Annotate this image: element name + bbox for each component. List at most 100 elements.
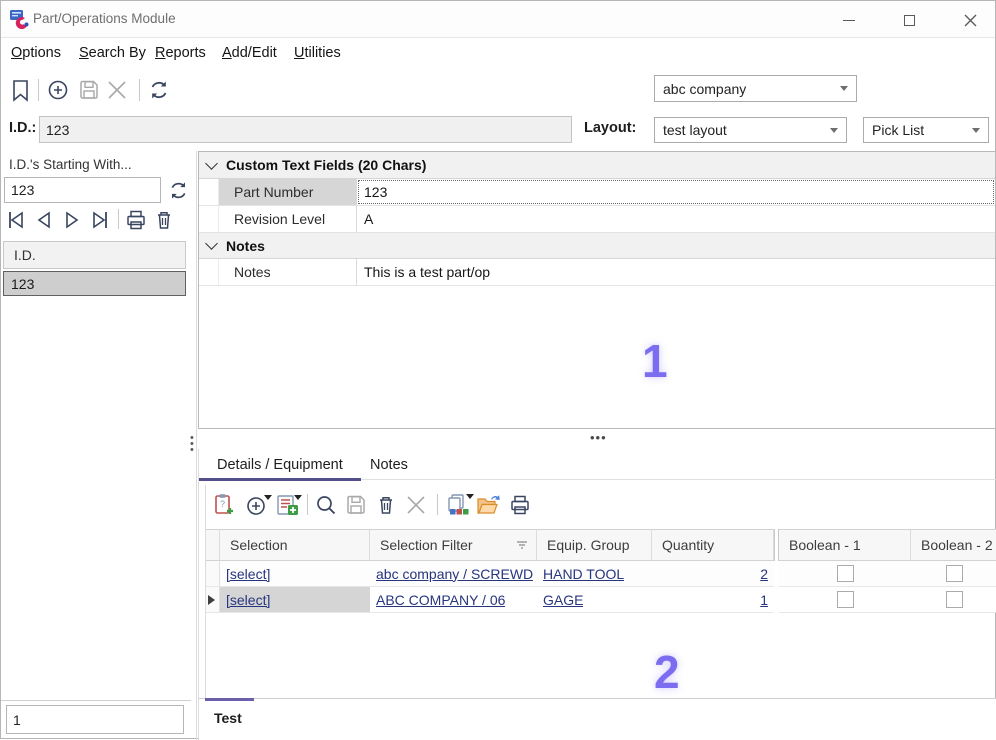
- minimize-icon: [843, 20, 855, 21]
- menu-options[interactable]: Options: [11, 39, 61, 67]
- chevron-down-icon: [830, 128, 838, 133]
- page-number-input[interactable]: 1: [6, 705, 184, 734]
- minimize-button[interactable]: [833, 7, 865, 33]
- close-button[interactable]: [954, 7, 986, 33]
- toolbar-separator: [139, 79, 140, 101]
- bottom-tab-test[interactable]: Test: [214, 710, 242, 726]
- table-row-2-selection[interactable]: [select]: [220, 587, 370, 613]
- cancel-icon[interactable]: [107, 80, 127, 100]
- column-header-selection-filter[interactable]: Selection Filter: [370, 529, 537, 561]
- id-input[interactable]: 123: [39, 116, 572, 143]
- panel-1-watermark: 1: [642, 334, 668, 388]
- company-combobox[interactable]: abc company: [654, 75, 857, 102]
- revision-level-label[interactable]: Revision Level: [219, 206, 357, 232]
- menu-utilities[interactable]: Utilities: [294, 39, 341, 67]
- column-header-label: Boolean - 2: [921, 537, 993, 553]
- notes-value[interactable]: This is a test part/op: [357, 259, 995, 285]
- picklist-combobox[interactable]: Pick List: [863, 117, 989, 143]
- last-record-icon[interactable]: [90, 209, 110, 231]
- column-header-quantity[interactable]: Quantity: [652, 529, 774, 561]
- layout-combobox[interactable]: test layout: [654, 117, 847, 143]
- table-row-2-boolean-2: [911, 587, 996, 613]
- tab-notes[interactable]: Notes: [370, 457, 408, 473]
- part-number-value[interactable]: 123: [357, 179, 995, 205]
- table-row-2-equip-group[interactable]: GAGE: [537, 587, 652, 613]
- delete-icon[interactable]: [154, 209, 174, 231]
- notes-label[interactable]: Notes: [219, 259, 357, 285]
- search-icon[interactable]: [315, 494, 337, 516]
- column-header-boolean-2[interactable]: Boolean - 2: [911, 529, 996, 561]
- add-circle-icon[interactable]: [47, 79, 69, 101]
- splitter-handle[interactable]: •••: [590, 430, 610, 440]
- select-link[interactable]: [select]: [226, 566, 270, 582]
- column-header-label: Equip. Group: [547, 537, 630, 553]
- filter-icon[interactable]: [516, 540, 528, 550]
- menu-add-edit[interactable]: Add/Edit: [222, 39, 277, 67]
- select-link[interactable]: [select]: [226, 592, 270, 608]
- row-indent: [199, 259, 219, 285]
- table-row-1-filter[interactable]: abc company / SCREWD: [370, 561, 537, 587]
- equip-group-link[interactable]: GAGE: [543, 592, 583, 608]
- id-filter-input[interactable]: 123: [4, 177, 161, 203]
- section-title: Custom Text Fields (20 Chars): [226, 157, 426, 173]
- paste-add-icon[interactable]: ?: [213, 493, 235, 516]
- column-header-label: Selection: [230, 537, 288, 553]
- table-row-2-quantity[interactable]: 1: [652, 587, 774, 613]
- previous-record-icon[interactable]: [35, 209, 53, 231]
- title-bar: Part/Operations Module: [1, 1, 995, 38]
- cancel-icon[interactable]: [406, 495, 426, 515]
- table-row-2-boolean-1: [779, 587, 911, 613]
- bookmark-icon[interactable]: [10, 79, 31, 102]
- chevron-down-icon: [972, 128, 980, 133]
- table-row-1-selection[interactable]: [select]: [220, 561, 370, 587]
- left-panel: I.D.'s Starting With... 123: [1, 151, 197, 740]
- boolean-2-checkbox[interactable]: [946, 565, 963, 582]
- property-row-part-number: Part Number 123: [199, 179, 995, 206]
- main-toolbar: abc company: [1, 73, 995, 111]
- part-number-label[interactable]: Part Number: [219, 179, 357, 205]
- tab-details-equipment[interactable]: Details / Equipment: [217, 457, 343, 473]
- table-row-2-filter[interactable]: ABC COMPANY / 06: [370, 587, 537, 613]
- first-record-icon[interactable]: [6, 209, 26, 231]
- id-list-row-selected[interactable]: 123: [3, 271, 186, 296]
- main-detail-panel: Custom Text Fields (20 Chars) Part Numbe…: [198, 151, 996, 429]
- filter-link[interactable]: abc company / SCREWD: [376, 566, 533, 582]
- boolean-1-checkbox[interactable]: [837, 565, 854, 582]
- save-icon[interactable]: [346, 495, 366, 515]
- section-custom-text-fields[interactable]: Custom Text Fields (20 Chars): [199, 152, 995, 179]
- print-icon[interactable]: [125, 209, 147, 231]
- page-number-value: 1: [13, 712, 21, 728]
- column-header-boolean-1[interactable]: Boolean - 1: [779, 529, 911, 561]
- filter-link[interactable]: ABC COMPANY / 06: [376, 592, 505, 608]
- id-list-header[interactable]: I.D.: [3, 241, 186, 269]
- quantity-link[interactable]: 1: [760, 592, 768, 608]
- toolbar-separator: [307, 494, 308, 515]
- refresh-icon[interactable]: [168, 180, 189, 201]
- row-indicator: [206, 561, 220, 587]
- chevron-down-icon: [205, 157, 218, 170]
- layout-combobox-value: test layout: [663, 122, 727, 138]
- column-header-selection[interactable]: Selection: [220, 529, 370, 561]
- menu-reports[interactable]: Reports: [155, 39, 206, 67]
- column-header-equip-group[interactable]: Equip. Group: [537, 529, 652, 561]
- table-row-1-equip-group[interactable]: HAND TOOL: [537, 561, 652, 587]
- print-icon[interactable]: [509, 494, 531, 516]
- open-folder-icon[interactable]: [476, 494, 500, 516]
- quantity-link[interactable]: 2: [760, 566, 768, 582]
- boolean-2-checkbox[interactable]: [946, 591, 963, 608]
- menu-search-by[interactable]: Search By: [79, 39, 146, 67]
- section-notes[interactable]: Notes: [199, 233, 995, 259]
- boolean-1-checkbox[interactable]: [837, 591, 854, 608]
- splitter-grip[interactable]: •••: [190, 435, 196, 455]
- close-icon: [964, 14, 977, 27]
- next-record-icon[interactable]: [63, 209, 81, 231]
- delete-icon[interactable]: [376, 494, 396, 516]
- maximize-button[interactable]: [893, 7, 925, 33]
- table-row-1-quantity[interactable]: 2: [652, 561, 774, 587]
- revision-level-value[interactable]: A: [357, 206, 995, 232]
- equip-group-link[interactable]: HAND TOOL: [543, 566, 624, 582]
- id-list-row-value: 123: [11, 276, 34, 292]
- refresh-icon[interactable]: [148, 79, 170, 101]
- save-icon[interactable]: [79, 80, 99, 100]
- grid-container: ?: [205, 485, 996, 698]
